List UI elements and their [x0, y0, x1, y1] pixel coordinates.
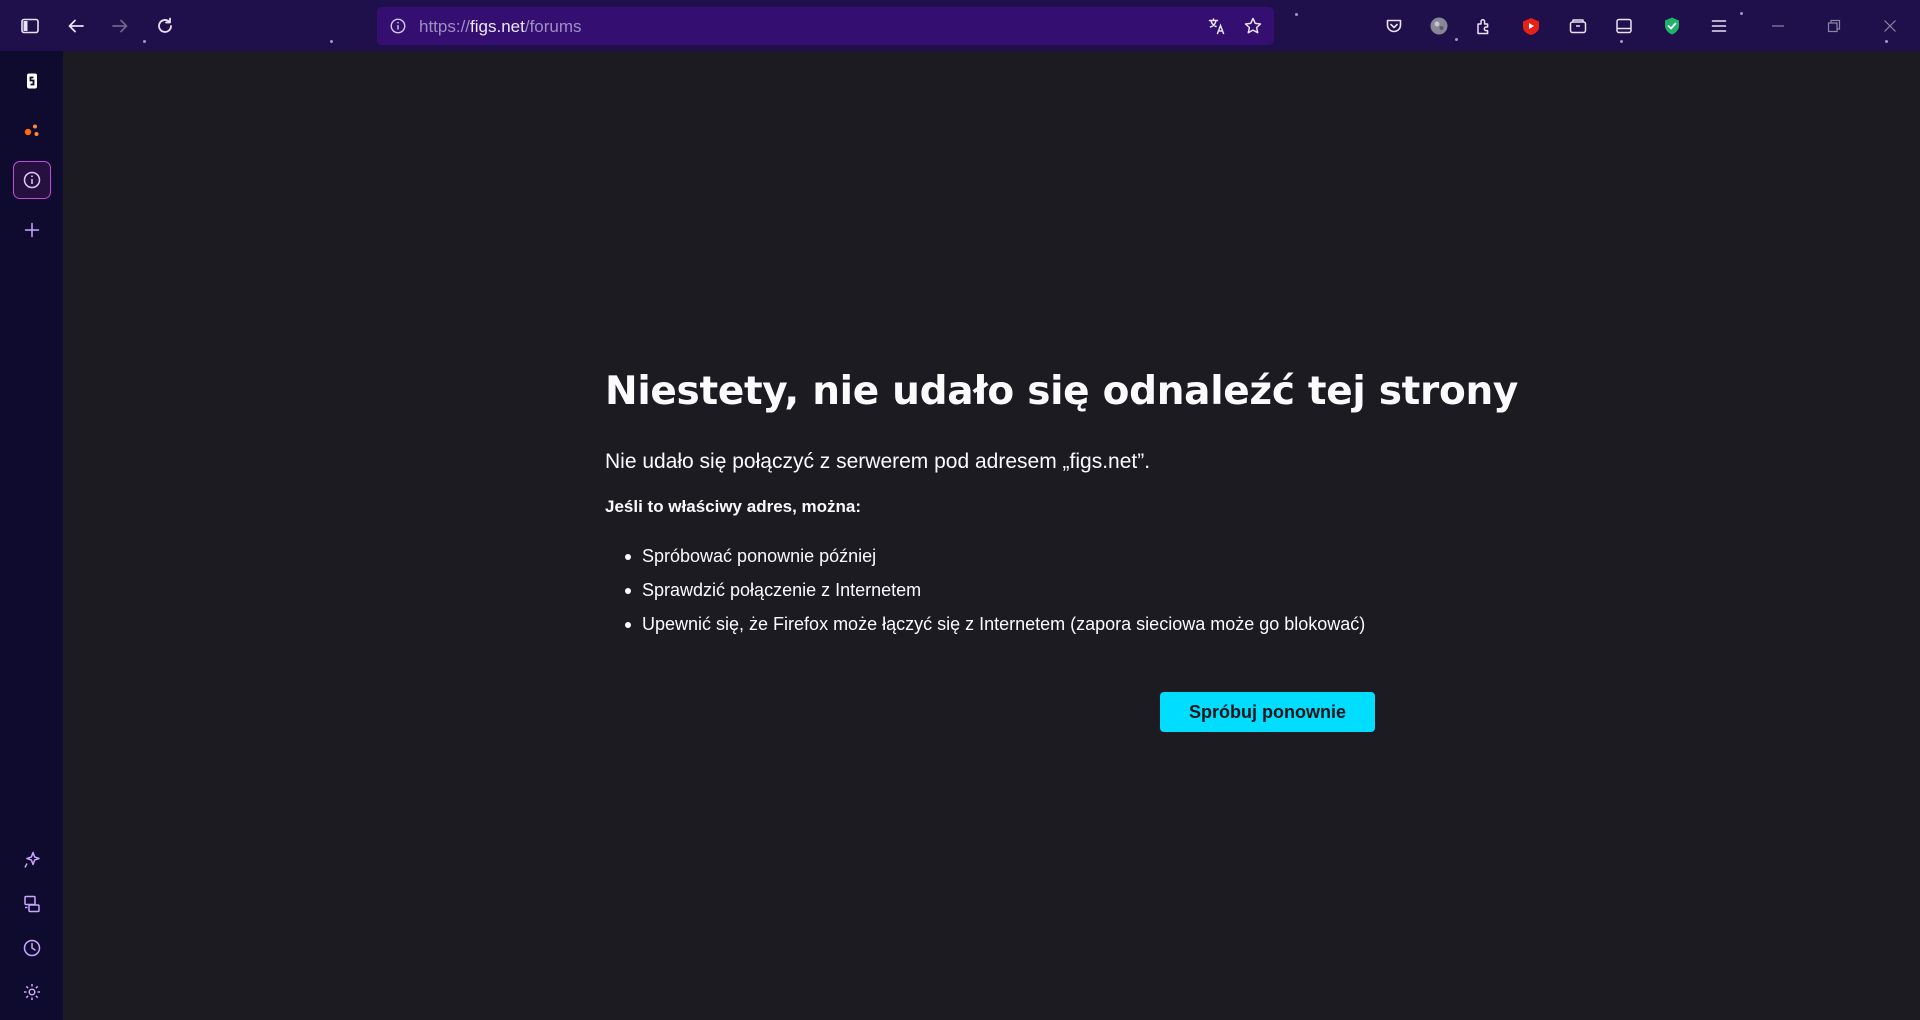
- error-title: Niestety, nie udało się odnaleźć tej str…: [605, 369, 1519, 414]
- shield-check-icon: [1665, 17, 1679, 35]
- pocket-button[interactable]: [1377, 9, 1411, 43]
- site-info-icon: [390, 18, 406, 34]
- containers-icon: [1569, 19, 1587, 34]
- settings-gear-icon: [24, 984, 40, 1000]
- url-scheme: https://: [419, 17, 471, 36]
- reload-icon: [158, 17, 172, 33]
- youtube-extension-button[interactable]: [1514, 9, 1548, 43]
- dots-app-icon: [24, 124, 39, 136]
- list-item: Upewnić się, że Firefox może łączyć się …: [605, 607, 1405, 641]
- minimize-icon: [1772, 25, 1784, 27]
- sidebar-settings-button[interactable]: [13, 973, 51, 1011]
- sidebar-panel-info[interactable]: [13, 161, 51, 199]
- sidebar-toggle-button[interactable]: [13, 9, 47, 43]
- close-icon: [1884, 20, 1896, 32]
- extensions-button[interactable]: [1467, 9, 1501, 43]
- address-bar[interactable]: https://figs.net/forums: [377, 7, 1274, 45]
- ai-sparkle-icon: [24, 851, 40, 868]
- forward-arrow-icon: [112, 19, 128, 33]
- error-suggestions-list: Spróbować ponownie później Sprawdzić poł…: [605, 539, 1405, 641]
- history-icon: [23, 939, 41, 957]
- error-description: Nie udało się połączyć z serwerem pod ad…: [605, 450, 1151, 473]
- bookmark-star-icon: [1244, 17, 1262, 34]
- error-suggestions-lead: Jeśli to właściwy adres, można:: [605, 497, 862, 516]
- url-path: /forums: [524, 17, 582, 36]
- url-host: figs.net: [470, 17, 525, 36]
- pocket-icon: [1386, 19, 1402, 33]
- translate-button[interactable]: [1205, 14, 1229, 38]
- panel-g-icon: [27, 73, 37, 89]
- synced-devices-icon: [24, 895, 40, 913]
- sidebar-history-button[interactable]: [13, 929, 51, 967]
- youtube-icon: [1523, 18, 1539, 35]
- restore-button[interactable]: [1814, 9, 1854, 43]
- error-container: Niestety, nie udało się odnaleźć tej str…: [605, 366, 1519, 641]
- shield-extension-button[interactable]: [1655, 9, 1689, 43]
- profile-avatar-icon: [1430, 17, 1448, 35]
- sidebar-panel-g[interactable]: [13, 62, 51, 100]
- tab-overview-button[interactable]: [1607, 9, 1641, 43]
- site-info-button[interactable]: [387, 15, 409, 37]
- menu-icon: [1711, 20, 1727, 32]
- tab-overview-icon: [1616, 18, 1632, 34]
- try-again-button[interactable]: Spróbuj ponownie: [1160, 692, 1375, 732]
- containers-button[interactable]: [1561, 9, 1595, 43]
- back-arrow-icon: [68, 19, 84, 33]
- profile-button[interactable]: [1422, 9, 1456, 43]
- sidebar-ai-button[interactable]: [13, 841, 51, 879]
- forward-button[interactable]: [103, 9, 137, 43]
- info-panel-icon: [23, 171, 41, 189]
- back-button[interactable]: [59, 9, 93, 43]
- sidebar-panel-dots[interactable]: [13, 111, 51, 149]
- browser-toolbar: https://figs.net/forums: [0, 0, 1920, 51]
- sidebar: [0, 51, 63, 1020]
- restore-icon: [1827, 19, 1841, 33]
- sidebar-toggle-icon: [21, 18, 39, 34]
- sidebar-synced-devices-button[interactable]: [13, 885, 51, 923]
- add-panel-icon: [24, 222, 40, 238]
- sidebar-add-panel-button[interactable]: [13, 211, 51, 249]
- app-menu-button[interactable]: [1702, 9, 1736, 43]
- bookmark-button[interactable]: [1241, 14, 1265, 38]
- minimize-button[interactable]: [1758, 9, 1798, 43]
- list-item: Sprawdzić połączenie z Internetem: [605, 573, 1405, 607]
- extensions-icon: [1477, 18, 1489, 35]
- close-window-button[interactable]: [1870, 9, 1910, 43]
- reload-button[interactable]: [148, 9, 182, 43]
- translate-icon: [1208, 18, 1225, 35]
- list-item: Spróbować ponownie później: [605, 539, 1405, 573]
- url-text[interactable]: https://figs.net/forums: [419, 17, 582, 37]
